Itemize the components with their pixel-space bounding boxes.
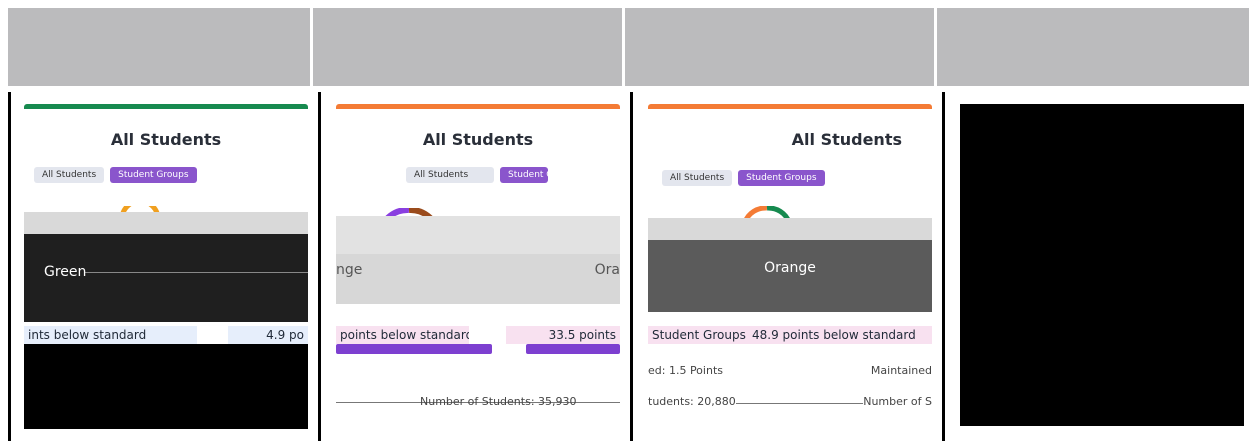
toggle-all-students[interactable]: All Students	[34, 167, 105, 183]
card-title: All Students	[110, 130, 222, 149]
card-green: All Students All Students Student Groups…	[24, 104, 308, 429]
divider-2	[318, 92, 321, 441]
header-cell-3	[625, 8, 934, 86]
level-panel	[648, 240, 932, 312]
header-cell-4	[937, 8, 1249, 86]
view-toggle: All Students Student Groups	[406, 167, 548, 183]
change-status: Maintained	[870, 364, 932, 377]
gauge-band	[24, 212, 308, 234]
toggle-student-groups[interactable]: Student Groups	[500, 167, 548, 183]
status-text: ints below standard	[24, 326, 197, 344]
redacted-block	[24, 344, 308, 429]
status-text: Student Groups	[648, 326, 756, 344]
progress-bar-right	[526, 344, 620, 354]
toggle-student-groups[interactable]: Student Groups	[110, 167, 197, 183]
student-count: tudents: 20,880	[648, 395, 736, 408]
status-text: points below standard	[336, 326, 469, 344]
card-title: All Students	[791, 130, 902, 149]
header-strip	[8, 8, 1255, 86]
header-cell-1	[8, 8, 310, 86]
header-cell-2	[313, 8, 622, 86]
view-toggle: All Students Student Groups	[34, 167, 197, 183]
level-rule	[84, 272, 308, 273]
status-value: 33.5 points	[506, 326, 620, 344]
student-count: Number of Students: 35,930	[420, 395, 577, 408]
gauge-band	[648, 218, 932, 240]
card-accent-bar	[648, 104, 932, 109]
level-label-right: Ora	[594, 262, 620, 278]
student-count-right: Number of S	[863, 395, 932, 408]
divider-3	[630, 92, 633, 441]
card-accent-bar	[336, 104, 620, 109]
redacted-card	[960, 104, 1244, 426]
toggle-student-groups[interactable]: Student Groups	[738, 170, 825, 186]
view-toggle: All Students Student Groups	[662, 170, 825, 186]
divider-1	[8, 92, 11, 441]
level-label: Orange	[764, 260, 816, 276]
status-value: 48.9 points below standard	[748, 326, 932, 344]
card-title: All Students	[422, 130, 534, 149]
toggle-all-students[interactable]: All Students	[662, 170, 733, 186]
status-value: 4.9 po	[228, 326, 308, 344]
change-text: ed: 1.5 Points	[648, 364, 723, 377]
level-label-left: nge	[336, 262, 363, 278]
divider-4	[942, 92, 945, 441]
card-accent-bar	[24, 104, 308, 109]
card-orange-2: All Students All Students Student Groups…	[648, 104, 932, 429]
toggle-all-students[interactable]: All Students	[406, 167, 494, 183]
level-label: Green	[44, 264, 87, 280]
level-panel	[336, 254, 620, 304]
progress-bar-left	[336, 344, 492, 354]
card-orange-1: All Students All Students Student Groups…	[336, 104, 620, 429]
